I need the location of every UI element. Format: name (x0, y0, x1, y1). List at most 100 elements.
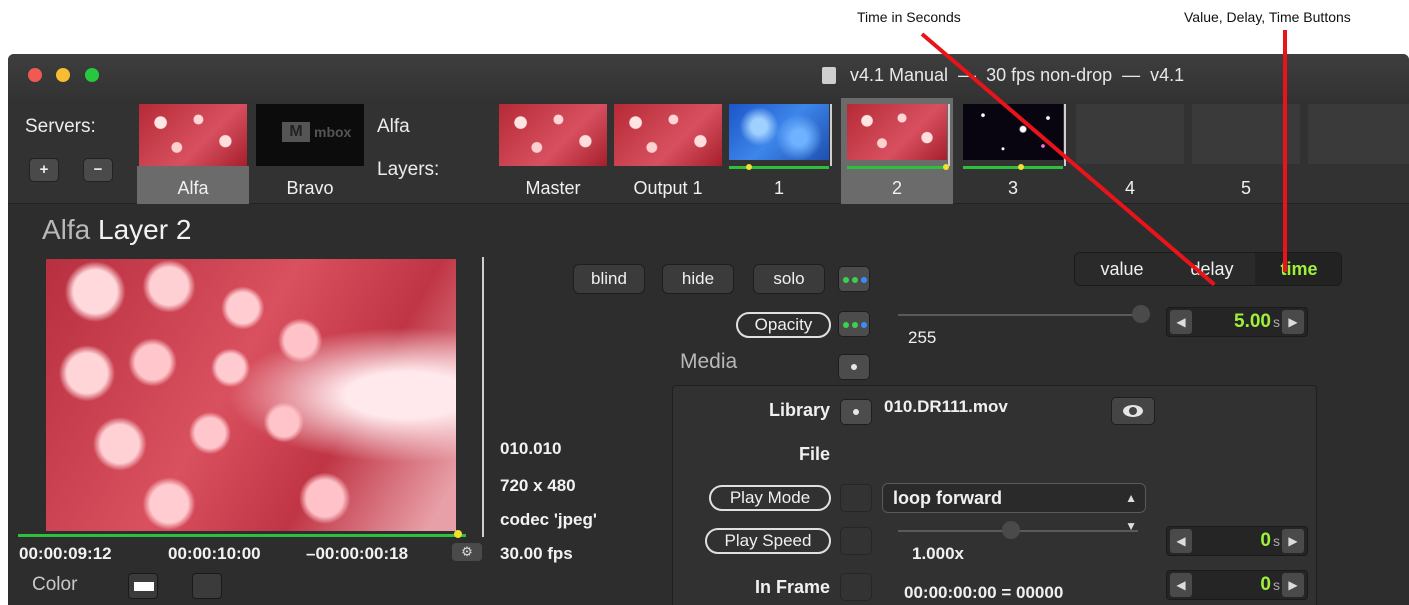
play-mode-dots-button[interactable] (840, 484, 872, 512)
file-resolution: 720 x 480 (500, 476, 576, 495)
file-id: 010.010 (500, 439, 562, 458)
play-speed-value: 1.000x (912, 544, 964, 563)
library-label: Library (768, 400, 830, 420)
opacity-value: 255 (908, 328, 937, 347)
decrement-arrow-icon[interactable]: ◀ (1170, 573, 1192, 597)
file-fps: 30.00 fps (500, 544, 573, 563)
layer-1-divider (830, 104, 832, 166)
layer-output1-label[interactable]: Output 1 (614, 178, 722, 199)
layer-1-progress-dot (746, 164, 752, 170)
hide-button[interactable]: hide (662, 264, 734, 294)
layer-4-thumbnail[interactable] (1076, 104, 1184, 164)
layers-label: Layers: (377, 159, 440, 180)
color-swatch-white[interactable] (128, 573, 158, 599)
layer-3-label[interactable]: 3 (963, 178, 1063, 199)
layer-2-divider (948, 104, 950, 166)
decrement-arrow-icon[interactable]: ◀ (1170, 529, 1192, 553)
add-server-button[interactable]: + (29, 158, 59, 182)
in-frame-time-value: 0 (1260, 574, 1271, 595)
increment-arrow-icon[interactable]: ▶ (1282, 529, 1304, 553)
heading-layer: Layer 2 (98, 214, 192, 245)
increment-arrow-icon[interactable]: ▶ (1282, 310, 1304, 334)
play-speed-slider-knob[interactable] (1002, 521, 1020, 539)
annotation-time-in-seconds: Time in Seconds (857, 9, 961, 25)
play-speed-time-value: 0 (1260, 530, 1271, 551)
in-frame-dots-button[interactable] (840, 573, 872, 601)
opacity-time-unit: s (1273, 314, 1280, 330)
layer-2-thumbnail[interactable] (847, 104, 947, 160)
heading-server: Alfa (42, 214, 91, 245)
servers-label: Servers: (25, 116, 96, 137)
media-toggle-button[interactable] (838, 354, 870, 380)
opacity-slider-track[interactable] (898, 314, 1138, 316)
play-speed-time-unit: s (1273, 533, 1280, 549)
title-bar: v4.1 Manual — 30 fps non-drop — v4.1 (8, 54, 1409, 98)
layer-6-thumbnail[interactable] (1308, 104, 1409, 164)
time-tab[interactable]: time (1255, 253, 1341, 285)
panel-heading: Alfa Layer 2 (42, 214, 191, 246)
layer-panel: Alfa Layer 2 00:00:09:12 00:00:10:00 –00… (8, 204, 1409, 605)
server-alfa-label[interactable]: Alfa (139, 178, 247, 199)
opacity-slider-knob[interactable] (1132, 305, 1150, 323)
server-alfa-thumbnail[interactable] (139, 104, 247, 166)
layer-2-progress (847, 166, 947, 169)
play-speed-time-stepper[interactable]: ◀ 0 s ▶ (1166, 526, 1308, 556)
layer-1-label[interactable]: 1 (729, 178, 829, 199)
minimize-window-button[interactable] (56, 68, 70, 82)
color-swatch-empty[interactable] (192, 573, 222, 599)
remove-server-button[interactable]: − (83, 158, 113, 182)
mbox-logo-text: mbox (314, 124, 352, 140)
play-speed-button[interactable]: Play Speed (705, 528, 831, 554)
opacity-dots-button[interactable] (838, 311, 870, 337)
play-speed-dots-button[interactable] (840, 527, 872, 555)
blind-button[interactable]: blind (573, 264, 645, 294)
opacity-time-value: 5.00 (1234, 311, 1271, 332)
mbox-logo-icon: M (282, 122, 310, 142)
solo-button[interactable]: solo (753, 264, 825, 294)
timecode-current: 00:00:09:12 (19, 544, 112, 563)
eye-icon[interactable] (1111, 397, 1155, 425)
layer-master-thumbnail[interactable] (499, 104, 607, 166)
library-toggle-button[interactable] (840, 399, 872, 425)
server-bravo-thumbnail[interactable]: M mbox (256, 104, 364, 166)
window-title: v4.1 Manual — 30 fps non-drop — v4.1 (850, 65, 1185, 85)
layer-1-thumbnail[interactable] (729, 104, 829, 160)
in-frame-value: 00:00:00:00 = 00000 (904, 583, 1064, 602)
server-bravo-label[interactable]: Bravo (256, 178, 364, 199)
file-label: File (798, 444, 830, 464)
preview-progress-bar[interactable] (18, 534, 466, 537)
annotation-value-delay-time: Value, Delay, Time Buttons (1184, 9, 1351, 25)
layer-2-label[interactable]: 2 (847, 178, 947, 199)
value-tab[interactable]: value (1075, 253, 1169, 285)
preview-divider (482, 257, 484, 537)
close-window-button[interactable] (28, 68, 42, 82)
layer-output1-thumbnail[interactable] (614, 104, 722, 166)
annotation-line-value-delay-time (1283, 30, 1287, 272)
layer-master-label[interactable]: Master (499, 178, 607, 199)
preview-playhead[interactable] (454, 530, 462, 538)
layer-preview-image (46, 259, 456, 531)
decrement-arrow-icon[interactable]: ◀ (1170, 310, 1192, 334)
in-frame-label: In Frame (754, 577, 830, 597)
library-value: 010.DR111.mov (884, 397, 1008, 416)
in-frame-time-unit: s (1273, 577, 1280, 593)
zoom-window-button[interactable] (85, 68, 99, 82)
toolbar: Servers: + − Alfa M mbox Bravo Alfa Laye… (8, 98, 1409, 204)
file-codec: codec 'jpeg' (500, 510, 597, 529)
increment-arrow-icon[interactable]: ▶ (1282, 573, 1304, 597)
timecode-remaining: –00:00:00:18 (306, 544, 409, 563)
layers-server-name: Alfa (377, 116, 410, 137)
layer-1-progress (729, 166, 829, 169)
timecode-duration: 00:00:10:00 (168, 544, 261, 563)
layer-3-progress-dot (1018, 164, 1024, 170)
layer-state-dots-button[interactable] (838, 266, 870, 292)
in-frame-time-stepper[interactable]: ◀ 0 s ▶ (1166, 570, 1308, 600)
layer-3-progress (963, 166, 1063, 169)
gear-icon[interactable]: ⚙ (452, 543, 482, 561)
opacity-button[interactable]: Opacity (736, 312, 831, 338)
layer-2-progress-dot (943, 164, 949, 170)
opacity-time-stepper[interactable]: ◀ 5.00 s ▶ (1166, 307, 1308, 337)
color-label: Color (32, 574, 78, 595)
play-mode-select[interactable]: loop forward ▲ ▼ (882, 483, 1146, 533)
play-mode-button[interactable]: Play Mode (709, 485, 831, 511)
